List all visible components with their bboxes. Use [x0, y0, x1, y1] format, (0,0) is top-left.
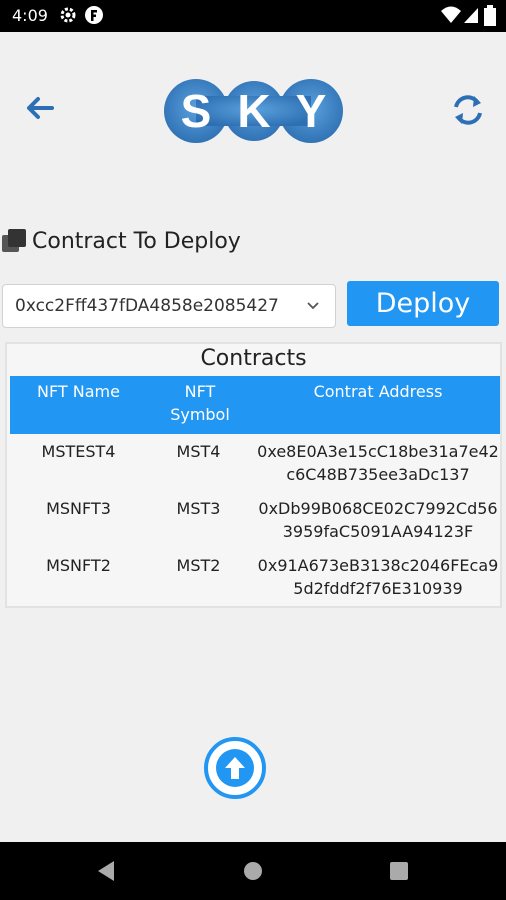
contracts-table: Contracts NFT Name NFT Symbol Contrat Ad…: [5, 342, 502, 608]
arrow-left-icon[interactable]: [22, 90, 58, 126]
deploy-button[interactable]: Deploy: [347, 281, 499, 326]
arrow-up-circle-icon[interactable]: [202, 735, 268, 801]
row-contract-address: 0x91A673eB3138c2046FEca95d2fddf2f76E3109…: [257, 556, 499, 598]
logo-letter-s: S: [181, 85, 212, 137]
table-row[interactable]: MSNFT3 MST3 0xDb99B068CE02C7992Cd563959f…: [10, 493, 500, 549]
header-nft-name: NFT Name: [37, 382, 120, 401]
app-f-icon: [85, 6, 103, 24]
back-triangle-icon[interactable]: [96, 860, 116, 882]
row-nft-name: MSNFT2: [46, 556, 111, 575]
refresh-icon[interactable]: [448, 90, 488, 130]
table-header: NFT Name NFT Symbol Contrat Address: [10, 376, 500, 434]
contracts-title: Contracts: [200, 346, 307, 371]
table-row[interactable]: MSNFT2 MST2 0x91A673eB3138c2046FEca95d2f…: [10, 550, 500, 606]
copy-icon: [2, 229, 26, 252]
home-circle-icon[interactable]: [243, 861, 263, 881]
row-contract-address: 0xe8E0A3e15cC18be31a7e42c6C48B735ee3aDc1…: [257, 442, 499, 484]
section-title: Contract To Deploy: [32, 228, 241, 254]
row-nft-symbol: MST4: [176, 442, 221, 461]
chevron-down-icon: [307, 302, 319, 310]
status-time: 4:09: [12, 6, 48, 25]
sky-logo: S K Y: [164, 79, 343, 143]
gear-icon: [60, 7, 76, 23]
status-bar: 4:09: [0, 0, 506, 32]
row-nft-name: MSNFT3: [46, 499, 111, 518]
recents-square-icon[interactable]: [390, 862, 408, 880]
header-nft-symbol: NFT Symbol: [170, 382, 230, 424]
wifi-icon: [441, 6, 461, 23]
contract-select[interactable]: 0xcc2Fff437fDA4858e2085427: [2, 284, 336, 328]
row-nft-symbol: MST2: [176, 556, 221, 575]
logo-letter-y: Y: [296, 85, 327, 137]
table-row[interactable]: MSTEST4 MST4 0xe8E0A3e15cC18be31a7e42c6C…: [10, 436, 500, 492]
logo-letter-k: K: [237, 85, 270, 137]
battery-icon: [484, 5, 496, 26]
section-header: Contract To Deploy: [0, 224, 241, 258]
row-nft-symbol: MST3: [176, 499, 221, 518]
header-contract-address: Contrat Address: [313, 382, 443, 401]
row-nft-name: MSTEST4: [41, 442, 116, 461]
system-nav-bar: [0, 842, 506, 900]
row-contract-address: 0xDb99B068CE02C7992Cd563959faC5091AA9412…: [258, 499, 498, 541]
contract-select-value: 0xcc2Fff437fDA4858e2085427: [15, 296, 279, 316]
signal-icon: [464, 8, 478, 23]
